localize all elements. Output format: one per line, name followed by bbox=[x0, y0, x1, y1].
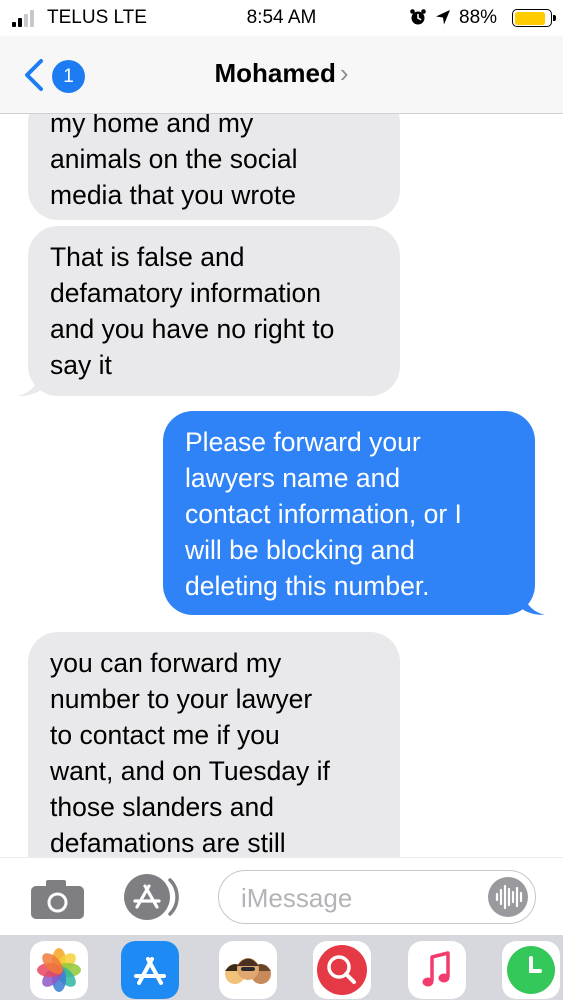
message-bubble-received[interactable]: That is false and defamatory information… bbox=[18, 226, 400, 396]
message-bubble-sent[interactable]: Please forward your lawyers name and con… bbox=[163, 411, 545, 615]
contact-name-button[interactable]: Mohamed › bbox=[0, 58, 563, 89]
message-line: you can forward my bbox=[50, 648, 282, 678]
message-line: say it bbox=[50, 350, 112, 380]
camera-icon[interactable] bbox=[30, 878, 85, 920]
bubble-tail bbox=[521, 591, 545, 615]
message-line: lawyers name and bbox=[185, 463, 401, 493]
screen-time-app-icon[interactable] bbox=[502, 941, 560, 999]
message-line: contact information, or I bbox=[185, 499, 462, 529]
message-line: and you have no right to bbox=[50, 314, 335, 344]
message-line: animals on the social bbox=[50, 144, 298, 174]
message-line: my home and my bbox=[50, 114, 254, 138]
image-search-app-icon[interactable] bbox=[313, 941, 371, 999]
location-arrow-icon bbox=[436, 10, 450, 25]
app-store-icon[interactable] bbox=[122, 872, 186, 922]
photos-app-icon[interactable] bbox=[30, 941, 88, 999]
conversation-header: 1 Mohamed › bbox=[0, 36, 563, 114]
chevron-right-icon: › bbox=[339, 58, 349, 88]
message-line: will be blocking and bbox=[185, 535, 415, 565]
imessage-input[interactable]: iMessage bbox=[218, 870, 536, 924]
audio-message-icon[interactable] bbox=[488, 877, 528, 917]
status-bar: TELUS LTE 8:54 AM 88% bbox=[0, 0, 563, 36]
app-store-app-icon[interactable] bbox=[121, 941, 179, 999]
message-bubble-received[interactable]: my home and my animals on the social med… bbox=[28, 114, 400, 220]
app-drawer bbox=[0, 935, 563, 1000]
music-app-icon[interactable] bbox=[408, 941, 466, 999]
battery-percent: 88% bbox=[459, 7, 498, 28]
message-line: want, and on Tuesday if bbox=[50, 756, 330, 786]
message-line: deleting this number. bbox=[185, 571, 430, 601]
message-line: defamatory information bbox=[50, 278, 322, 308]
message-line: those slanders and bbox=[50, 792, 274, 822]
battery-icon bbox=[512, 9, 556, 27]
battery-level bbox=[514, 11, 546, 25]
bubble-tail bbox=[18, 372, 42, 396]
compose-bar: iMessage bbox=[0, 857, 563, 935]
message-line: That is false and bbox=[50, 242, 245, 272]
contact-name: Mohamed bbox=[214, 58, 336, 88]
message-line: number to your lawyer bbox=[50, 684, 313, 714]
message-line: Please forward your bbox=[185, 427, 421, 457]
imessage-placeholder: iMessage bbox=[241, 883, 353, 913]
memoji-app-icon[interactable] bbox=[219, 941, 277, 999]
alarm-clock-icon bbox=[410, 9, 426, 25]
message-line: to contact me if you bbox=[50, 720, 280, 750]
message-line: media that you wrote bbox=[50, 180, 296, 210]
message-bubble-received[interactable]: you can forward my number to your lawyer… bbox=[28, 632, 400, 857]
message-line: defamations are still bbox=[50, 828, 286, 857]
message-transcript[interactable]: my home and my animals on the social med… bbox=[0, 114, 563, 857]
